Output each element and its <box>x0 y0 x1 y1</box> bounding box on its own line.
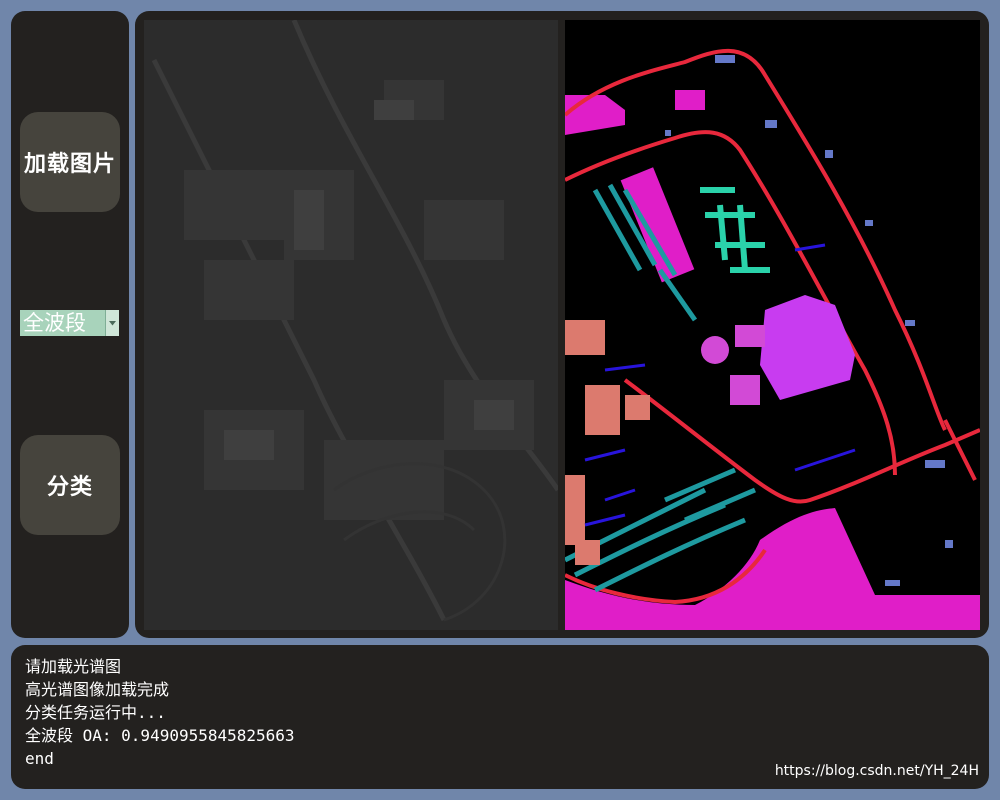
band-select[interactable]: 全波段 <box>20 310 119 336</box>
log-line: 分类任务运行中... <box>25 703 166 722</box>
load-image-button[interactable]: 加载图片 <box>20 112 120 212</box>
classification-map <box>563 20 981 630</box>
log-line: 请加载光谱图 <box>25 657 122 676</box>
hyperspectral-image-graphic <box>144 19 561 630</box>
dropdown-arrow-icon[interactable] <box>105 310 119 336</box>
sidebar: 加载图片 全波段 分类 <box>11 11 129 638</box>
classify-button[interactable]: 分类 <box>20 435 120 535</box>
classification-map-graphic <box>563 20 981 630</box>
watermark: https://blog.csdn.net/YH_24H <box>774 763 979 779</box>
log-line: 高光谱图像加载完成 <box>25 680 170 699</box>
log-line: 全波段 OA: 0.9490955845825663 <box>25 726 295 745</box>
hyperspectral-image <box>144 19 561 630</box>
image-viewer <box>135 11 989 638</box>
log-line: end <box>25 749 54 768</box>
band-select-value: 全波段 <box>23 311 86 335</box>
console-panel: 请加载光谱图 高光谱图像加载完成 分类任务运行中... 全波段 OA: 0.94… <box>11 645 989 789</box>
log-output: 请加载光谱图 高光谱图像加载完成 分类任务运行中... 全波段 OA: 0.94… <box>25 655 295 770</box>
